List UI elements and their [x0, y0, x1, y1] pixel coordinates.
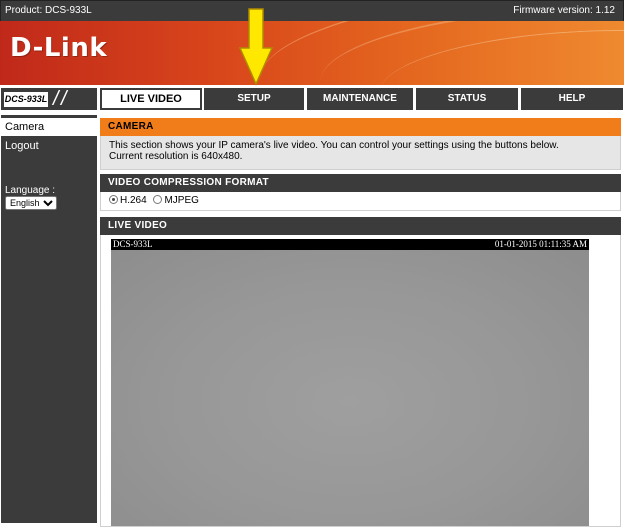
- divider-slash: /: [61, 88, 67, 110]
- model-name: DCS-933L: [4, 92, 48, 107]
- current-resolution: Current resolution is 640x480.: [109, 151, 243, 162]
- live-video-panel: DCS-933L 01-01-2015 01:11:35 AM: [100, 235, 621, 527]
- camera-section-title: CAMERA: [100, 118, 621, 136]
- video-camera-name: DCS-933L: [113, 239, 153, 249]
- video-overlay-bar: DCS-933L 01-01-2015 01:11:35 AM: [111, 239, 589, 250]
- video-timestamp: 01-01-2015 01:11:35 AM: [494, 239, 587, 249]
- top-info-bar: Product: DCS-933L Firmware version: 1.12: [0, 0, 624, 22]
- dlink-logo: D-Link: [10, 33, 108, 63]
- tab-live-video[interactable]: LIVE VIDEO: [100, 88, 202, 110]
- camera-description-line: This section shows your IP camera's live…: [109, 140, 559, 151]
- h264-label: H.264: [120, 195, 147, 206]
- sidebar-item-camera[interactable]: Camera: [1, 118, 97, 136]
- sidebar: Camera Logout Language : English: [1, 115, 97, 523]
- main-content: CAMERA This section shows your IP camera…: [100, 118, 621, 527]
- mjpeg-option[interactable]: MJPEG: [153, 195, 199, 206]
- divider-slash: /: [53, 88, 59, 110]
- header-banner: D-Link: [0, 21, 624, 85]
- tab-maintenance[interactable]: MAINTENANCE: [307, 88, 413, 110]
- language-select[interactable]: English: [5, 196, 57, 210]
- language-label: Language :: [5, 185, 56, 196]
- sidebar-item-logout[interactable]: Logout: [1, 137, 97, 155]
- main-nav: DCS-933L / / LIVE VIDEO SETUP MAINTENANC…: [0, 87, 624, 111]
- live-video-section-title: LIVE VIDEO: [100, 217, 621, 235]
- product-label: Product: DCS-933L: [5, 5, 92, 16]
- compression-options: H.264 MJPEG: [100, 192, 621, 211]
- camera-description: This section shows your IP camera's live…: [100, 136, 621, 170]
- radio-selected-icon[interactable]: [109, 195, 118, 204]
- firmware-version: Firmware version: 1.12: [513, 5, 615, 16]
- tab-status[interactable]: STATUS: [416, 88, 518, 110]
- model-badge: DCS-933L / /: [1, 88, 97, 110]
- compression-section-title: VIDEO COMPRESSION FORMAT: [100, 174, 621, 192]
- radio-unselected-icon[interactable]: [153, 195, 163, 204]
- mjpeg-label: MJPEG: [164, 195, 199, 206]
- tab-help[interactable]: HELP: [521, 88, 623, 110]
- h264-option[interactable]: H.264: [109, 195, 149, 206]
- arrow-down-icon: [238, 8, 274, 86]
- tab-setup[interactable]: SETUP: [204, 88, 304, 110]
- live-video-feed[interactable]: [111, 250, 589, 526]
